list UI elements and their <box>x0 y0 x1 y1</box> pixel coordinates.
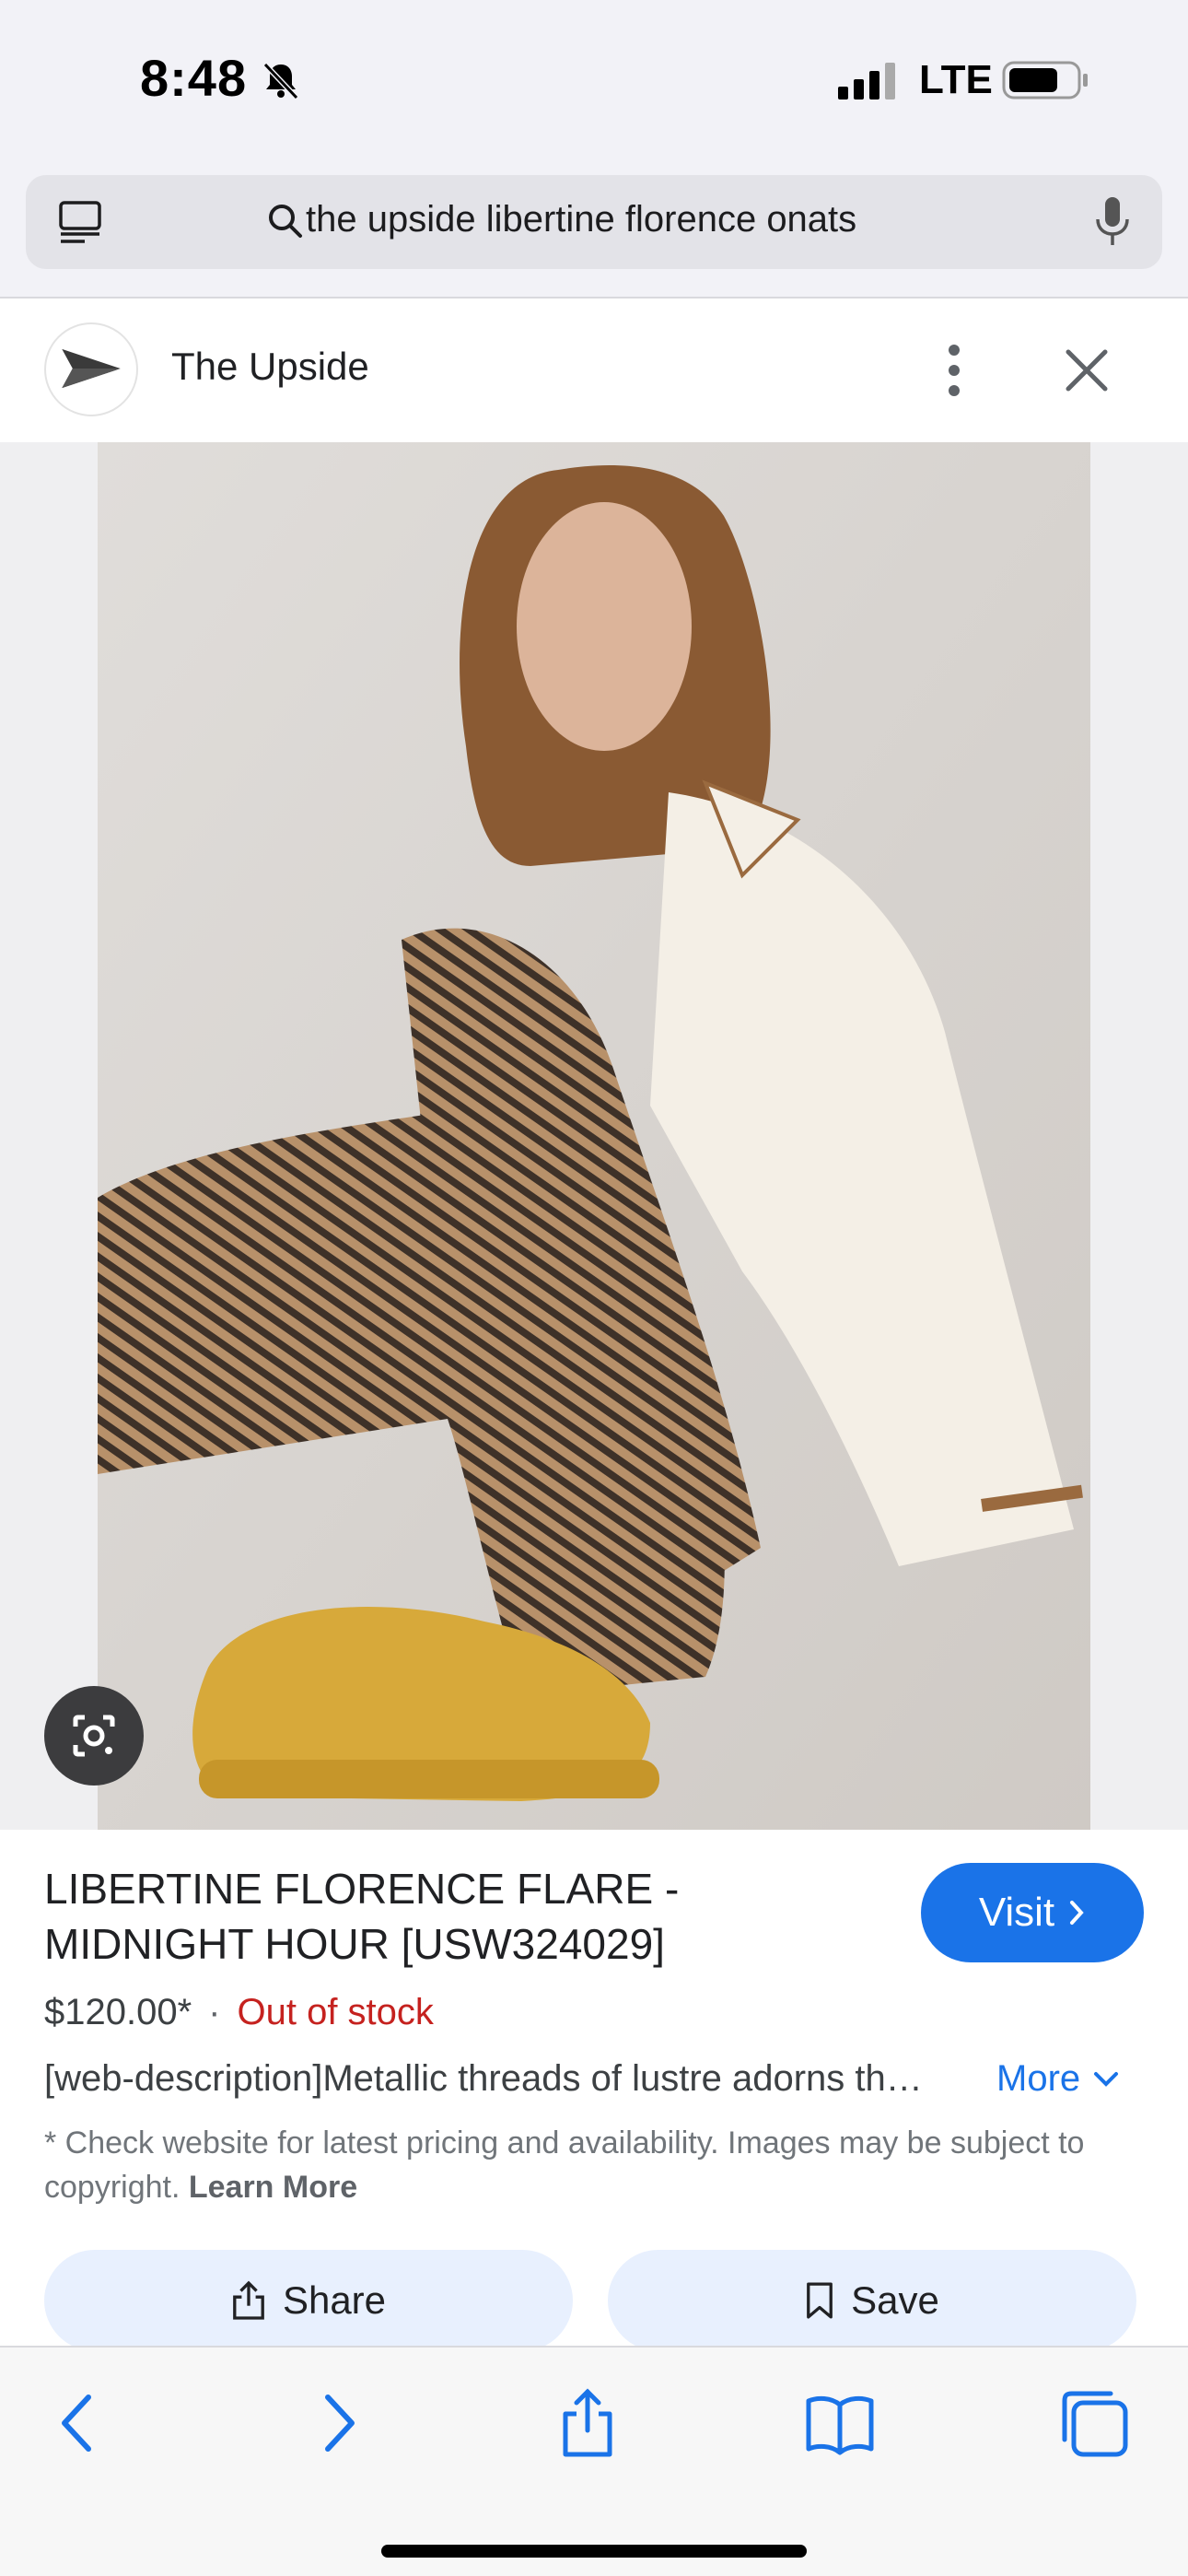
more-button[interactable]: More <box>996 2058 1119 2100</box>
site-name[interactable]: The Upside <box>171 345 369 389</box>
battery-icon <box>1002 61 1088 100</box>
share-button[interactable]: Share <box>44 2250 573 2351</box>
viewer-header: The Upside <box>0 299 1188 442</box>
visit-button[interactable]: Visit <box>921 1863 1144 1962</box>
bookmarks-book-icon[interactable] <box>803 2386 877 2460</box>
description-text: [web-description]Metallic threads of lus… <box>44 2058 923 2099</box>
learn-more-link[interactable]: Learn More <box>189 2170 357 2205</box>
status-time: 8:48 <box>140 49 248 107</box>
home-indicator <box>381 2545 807 2558</box>
search-icon <box>269 205 302 238</box>
bookmark-icon <box>807 2282 833 2319</box>
description-row: [web-description]Metallic threads of lus… <box>44 2058 1159 2100</box>
network-label: LTE <box>919 57 993 102</box>
stock-status: Out of stock <box>237 1992 434 2032</box>
paper-plane-icon <box>62 348 121 389</box>
tab-switcher-icon[interactable] <box>1057 2386 1131 2460</box>
chevron-down-icon <box>1094 2071 1119 2087</box>
mic-icon[interactable] <box>1094 195 1131 249</box>
site-logo <box>44 322 138 416</box>
share-icon <box>233 2280 264 2320</box>
visit-label: Visit <box>978 1890 1055 1935</box>
disclaimer: * Check website for latest pricing and a… <box>44 2121 1149 2209</box>
more-vert-icon[interactable] <box>936 341 973 400</box>
search-input[interactable]: the upside libertine florence onats <box>306 199 856 240</box>
back-icon[interactable] <box>42 2386 116 2460</box>
product-image[interactable] <box>98 442 1090 1830</box>
close-icon[interactable] <box>1061 345 1112 396</box>
product-title: LIBERTINE FLORENCE FLARE - MIDNIGHT HOUR… <box>44 1865 680 1968</box>
signal-icon <box>838 63 895 100</box>
share-page-icon[interactable] <box>551 2386 624 2460</box>
tabs-icon[interactable] <box>57 199 103 245</box>
status-bar: 8:48 LTE <box>0 0 1188 161</box>
save-button[interactable]: Save <box>608 2250 1136 2351</box>
more-label: More <box>996 2058 1081 2099</box>
image-area <box>0 442 1188 1830</box>
lens-button[interactable] <box>44 1686 144 1786</box>
price-separator: · <box>208 1992 221 2032</box>
search-bar[interactable]: the upside libertine florence onats <box>26 175 1162 269</box>
bell-slash-icon <box>262 62 299 100</box>
forward-icon[interactable] <box>300 2386 374 2460</box>
product-photo <box>98 442 1090 1830</box>
lens-icon <box>73 1715 115 1757</box>
product-info: LIBERTINE FLORENCE FLARE - MIDNIGHT HOUR… <box>0 1830 1188 2351</box>
share-label: Share <box>282 2278 387 2322</box>
save-label: Save <box>851 2278 939 2322</box>
bottom-toolbar <box>0 2346 1188 2576</box>
price-row: $120.00* · Out of stock <box>44 1992 434 2033</box>
price: $120.00* <box>44 1992 192 2032</box>
chevron-right-icon <box>1070 1901 1084 1925</box>
